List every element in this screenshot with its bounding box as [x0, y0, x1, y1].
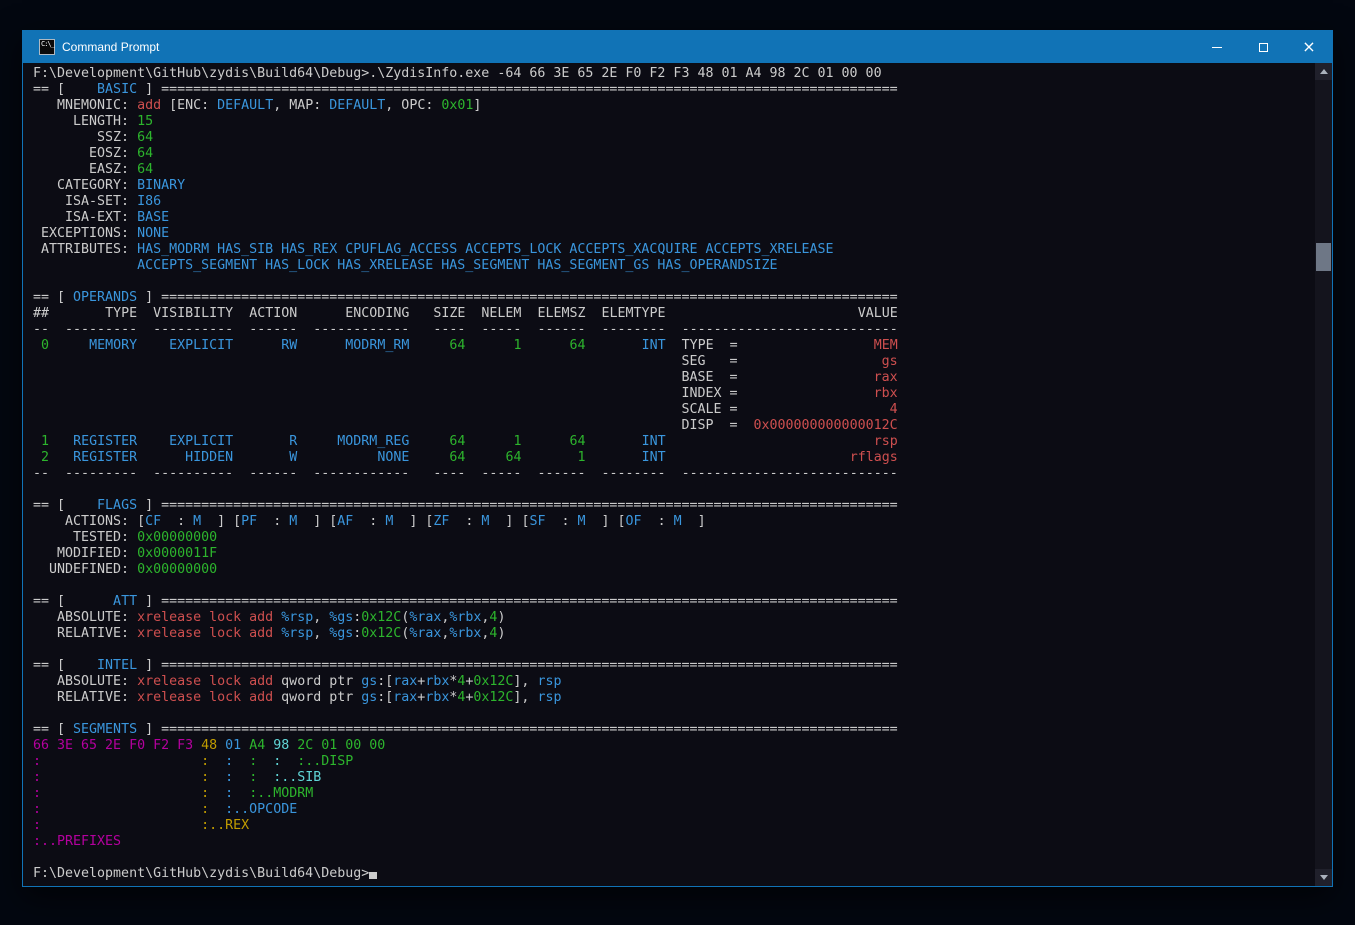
terminal-line: : : : : : :..DISP: [33, 754, 1312, 770]
terminal-line: SEG = gs: [33, 354, 1312, 370]
window-title: Command Prompt: [62, 40, 159, 54]
terminal-line: -- --------- ---------- ------ ---------…: [33, 466, 1312, 482]
terminal[interactable]: F:\Development\GitHub\zydis\Build64\Debu…: [33, 66, 1312, 886]
terminal-line: MODIFIED: 0x0000011F: [33, 546, 1312, 562]
terminal-line: BASE = rax: [33, 370, 1312, 386]
maximize-button[interactable]: [1240, 31, 1286, 63]
terminal-line: SCALE = 4: [33, 402, 1312, 418]
terminal-line: 0 MEMORY EXPLICIT RW MODRM_RM 64 1 64 IN…: [33, 338, 1312, 354]
terminal-line: : : : : :..SIB: [33, 770, 1312, 786]
terminal-line: -- --------- ---------- ------ ---------…: [33, 322, 1312, 338]
terminal-line: ACTIONS: [CF : M ] [PF : M ] [AF : M ] […: [33, 514, 1312, 530]
terminal-line: [33, 482, 1312, 498]
terminal-line: EOSZ: 64: [33, 146, 1312, 162]
close-icon: ×: [1302, 39, 1315, 55]
terminal-line: ISA-SET: I86: [33, 194, 1312, 210]
terminal-cursor: [369, 872, 377, 879]
maximize-icon: [1259, 43, 1268, 52]
terminal-line: MNEMONIC: add [ENC: DEFAULT, MAP: DEFAUL…: [33, 98, 1312, 114]
up-arrow-icon: [1320, 69, 1328, 74]
scroll-up-button[interactable]: [1315, 63, 1332, 80]
terminal-line: ATTRIBUTES: HAS_MODRM HAS_SIB HAS_REX CP…: [33, 242, 1312, 258]
terminal-line: == [ INTEL ] ===========================…: [33, 658, 1312, 674]
scrollbar-thumb[interactable]: [1316, 243, 1331, 271]
terminal-line: ## TYPE VISIBILITY ACTION ENCODING SIZE …: [33, 306, 1312, 322]
close-button[interactable]: ×: [1286, 31, 1332, 63]
console: F:\Development\GitHub\zydis\Build64\Debu…: [23, 63, 1332, 886]
terminal-line: == [ SEGMENTS ] ========================…: [33, 722, 1312, 738]
terminal-line: == [ ATT ] =============================…: [33, 594, 1312, 610]
cmd-icon[interactable]: C:\_: [39, 39, 55, 55]
terminal-line: EASZ: 64: [33, 162, 1312, 178]
scrollbar[interactable]: [1315, 63, 1332, 886]
terminal-line: [33, 578, 1312, 594]
terminal-line: : : : :..MODRM: [33, 786, 1312, 802]
terminal-line: == [ FLAGS ] ===========================…: [33, 498, 1312, 514]
terminal-line: [33, 706, 1312, 722]
minimize-button[interactable]: [1194, 31, 1240, 63]
title-bar[interactable]: C:\_ Command Prompt ×: [23, 31, 1332, 63]
terminal-line: RELATIVE: xrelease lock add %rsp, %gs:0x…: [33, 626, 1312, 642]
terminal-line: 2 REGISTER HIDDEN W NONE 64 64 1 INT rfl…: [33, 450, 1312, 466]
terminal-line: [33, 274, 1312, 290]
terminal-line: 1 REGISTER EXPLICIT R MODRM_REG 64 1 64 …: [33, 434, 1312, 450]
terminal-line: CATEGORY: BINARY: [33, 178, 1312, 194]
window-controls: ×: [1194, 31, 1332, 63]
terminal-line: LENGTH: 15: [33, 114, 1312, 130]
terminal-line: 66 3E 65 2E F0 F2 F3 48 01 A4 98 2C 01 0…: [33, 738, 1312, 754]
terminal-line: == [ BASIC ] ===========================…: [33, 82, 1312, 98]
terminal-line: : :..REX: [33, 818, 1312, 834]
terminal-line: SSZ: 64: [33, 130, 1312, 146]
minimize-icon: [1212, 47, 1222, 48]
terminal-line: TESTED: 0x00000000: [33, 530, 1312, 546]
terminal-line: DISP = 0x000000000000012C: [33, 418, 1312, 434]
cmd-icon-glyph: C:\_: [41, 41, 54, 48]
terminal-line: ABSOLUTE: xrelease lock add qword ptr gs…: [33, 674, 1312, 690]
command-prompt-window: C:\_ Command Prompt × F:\Development\Git…: [22, 30, 1333, 887]
terminal-line: [33, 850, 1312, 866]
terminal-line: INDEX = rbx: [33, 386, 1312, 402]
terminal-line: == [ OPERANDS ] ========================…: [33, 290, 1312, 306]
terminal-line: ACCEPTS_SEGMENT HAS_LOCK HAS_XRELEASE HA…: [33, 258, 1312, 274]
terminal-line: F:\Development\GitHub\zydis\Build64\Debu…: [33, 866, 1312, 882]
terminal-line: ISA-EXT: BASE: [33, 210, 1312, 226]
terminal-line: EXCEPTIONS: NONE: [33, 226, 1312, 242]
terminal-line: : : :..OPCODE: [33, 802, 1312, 818]
down-arrow-icon: [1320, 875, 1328, 880]
terminal-line: ABSOLUTE: xrelease lock add %rsp, %gs:0x…: [33, 610, 1312, 626]
terminal-line: RELATIVE: xrelease lock add qword ptr gs…: [33, 690, 1312, 706]
scroll-down-button[interactable]: [1315, 869, 1332, 886]
terminal-line: :..PREFIXES: [33, 834, 1312, 850]
terminal-line: F:\Development\GitHub\zydis\Build64\Debu…: [33, 66, 1312, 82]
terminal-line: [33, 642, 1312, 658]
terminal-line: UNDEFINED: 0x00000000: [33, 562, 1312, 578]
